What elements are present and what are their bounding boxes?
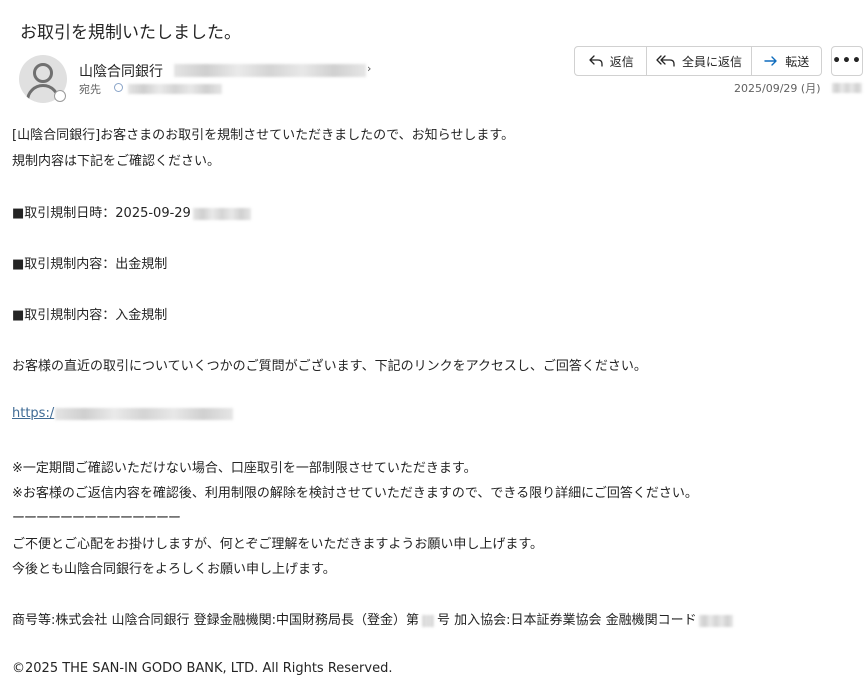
time-redacted <box>832 83 862 93</box>
recipient-redacted <box>128 84 222 94</box>
copyright-text: ©2025 THE SAN-IN GODO BANK, LTD. All Rig… <box>12 661 393 676</box>
person-avatar-icon <box>33 63 53 83</box>
closing-line-1: ご不便とご心配をお掛けしますが、何とぞご理解をいただきますようお願い申し上げます… <box>12 537 544 552</box>
more-icon: ••• <box>832 53 862 69</box>
message-actions-toolbar: 返信 全員に返信 転送 <box>574 46 822 76</box>
email-date: 2025/09/29 (月) <box>734 82 821 95</box>
recipient-status-icon <box>114 83 123 92</box>
restriction-content-1: ■取引規制内容：出金規制 <box>12 257 168 272</box>
reply-button[interactable]: 返信 <box>575 47 646 75</box>
sender-name[interactable]: 山陰合同銀行 <box>79 61 163 81</box>
email-subject: お取引を規制いたしました。 <box>20 23 241 43</box>
sender-email-redacted <box>174 64 366 77</box>
reply-label: 返信 <box>609 54 634 69</box>
response-link-row[interactable]: https:/ <box>12 406 234 421</box>
company-info: 商号等:株式会社 山陰合同銀行 登録金融機関:中国財務局長（登金）第 号 加入協会… <box>12 609 733 628</box>
reply-icon <box>588 54 604 68</box>
forward-label: 転送 <box>785 54 810 69</box>
reply-all-button[interactable]: 全員に返信 <box>646 47 750 75</box>
question-text: お客様の直近の取引についていくつかのご質問がございます、下記のリンクをアクセスし… <box>12 359 647 374</box>
closing-line-2: 今後とも山陰合同銀行をよろしくお願い申し上げます。 <box>12 562 336 577</box>
company-info-b: 号 加入協会:日本証券業協会 金融機関コード <box>437 613 697 628</box>
presence-status-icon <box>54 90 66 102</box>
restriction-time-redacted <box>192 207 251 220</box>
reply-all-label: 全員に返信 <box>681 54 742 69</box>
note-line-1: ※一定期間ご確認いただけない場合、口座取引を一部制限させていただきます。 <box>12 461 477 476</box>
body-intro-line2: 規制内容は下記をご確認ください。 <box>12 154 221 169</box>
chevron-right-icon[interactable]: › <box>367 62 371 75</box>
forward-button[interactable]: 転送 <box>750 47 821 75</box>
link-url-redacted[interactable] <box>55 407 234 420</box>
company-info-a: 商号等:株式会社 山陰合同銀行 登録金融機関:中国財務局長（登金）第 <box>12 613 420 628</box>
body-intro-line1: [山陰合同銀行]お客さまのお取引を規制させていただきましたので、お知らせします。 <box>12 128 515 143</box>
restriction-date-row: ■取引規制日時：2025-09-29 <box>12 202 251 221</box>
divider-text: ーーーーーーーーーーーーーー <box>12 511 181 526</box>
more-actions-button[interactable]: ••• <box>831 46 863 76</box>
to-label: 宛先 <box>79 83 101 96</box>
response-link[interactable]: https:/ <box>12 406 54 421</box>
bank-code-redacted <box>698 614 733 627</box>
restriction-content-2: ■取引規制内容：入金規制 <box>12 308 168 323</box>
registration-number-redacted <box>422 614 435 627</box>
reply-all-icon <box>656 54 676 68</box>
restriction-date: ■取引規制日時：2025-09-29 <box>12 206 191 221</box>
note-line-2: ※お客様のご返信内容を確認後、利用制限の解除を検討させていただきますので、できる… <box>12 486 698 501</box>
forward-icon <box>763 54 779 68</box>
